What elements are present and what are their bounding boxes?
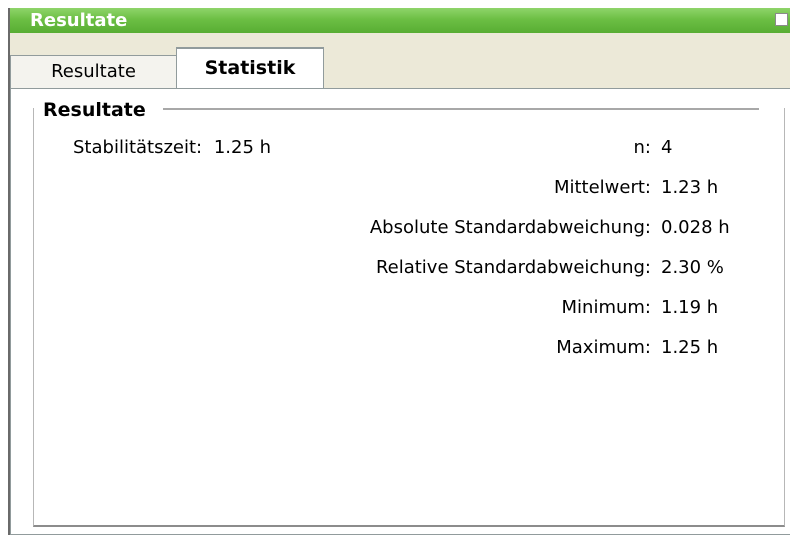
stat-label-n: n: [633, 137, 651, 158]
stat-row-min: Minimum: 1.19 h [311, 297, 781, 323]
group-divider-line [163, 108, 759, 110]
stat-row-max: Maximum: 1.25 h [311, 337, 781, 363]
stat-label-rel-std: Relative Standardabweichung: [375, 257, 651, 278]
stat-value-n: 4 [661, 137, 673, 158]
title-bar[interactable]: Resultate [10, 8, 790, 33]
window-control-button[interactable] [775, 13, 788, 26]
stability-time-row: Stabilitätszeit: 1.25 h [73, 137, 271, 158]
results-window: Resultate Resultate Statistik Resultate … [8, 8, 790, 535]
stat-value-abs-std: 0.028 h [661, 217, 730, 238]
stat-row-rel-std: Relative Standardabweichung: 2.30 % [311, 257, 781, 283]
window-title: Resultate [30, 10, 128, 31]
stability-time-value: 1.25 h [213, 137, 272, 158]
tab-strip: Resultate Statistik [10, 33, 790, 90]
stat-label-max: Maximum: [556, 337, 651, 358]
statistics-panel: Resultate Stabilitätszeit: 1.25 h n: 4 M… [10, 88, 790, 535]
tab-statistik[interactable]: Statistik [176, 47, 324, 90]
stat-label-abs-std: Absolute Standardabweichung: [369, 217, 651, 238]
tab-resultate[interactable]: Resultate [10, 55, 176, 89]
stat-row-n: n: 4 [311, 137, 781, 163]
stat-label-mean: Mittelwert: [553, 177, 651, 198]
stat-row-abs-std: Absolute Standardabweichung: 0.028 h [311, 217, 781, 243]
stat-value-rel-std: 2.30 % [661, 257, 724, 278]
stability-time-label: Stabilitätszeit: [73, 137, 203, 158]
stat-row-mean: Mittelwert: 1.23 h [311, 177, 781, 203]
stat-value-max: 1.25 h [661, 337, 719, 358]
stat-value-min: 1.19 h [661, 297, 719, 318]
group-title: Resultate [43, 99, 152, 121]
stat-label-min: Minimum: [561, 297, 651, 318]
stat-value-mean: 1.23 h [661, 177, 719, 198]
